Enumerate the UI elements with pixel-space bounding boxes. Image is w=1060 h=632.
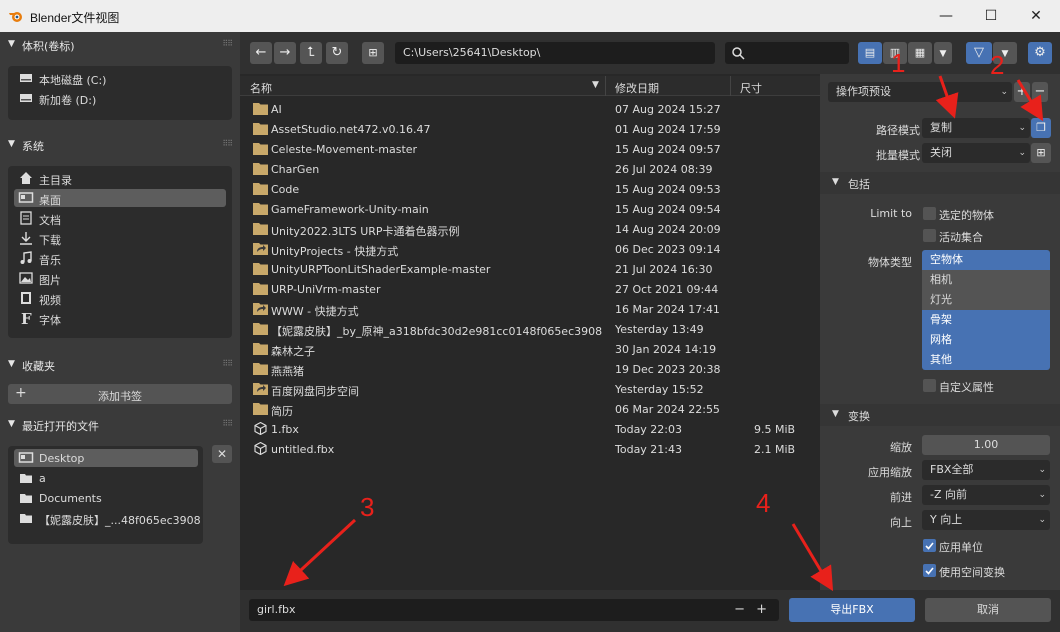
annotation-label-4: 4 <box>756 488 771 518</box>
annotation-label-3: 3 <box>360 492 375 522</box>
annotation-label-1: 1 <box>891 48 906 78</box>
annotation-arrow-1 <box>935 75 959 119</box>
annotation-arrow-4 <box>791 523 834 592</box>
annotation-label-2: 2 <box>990 50 1005 80</box>
annotation-arrows <box>283 75 1044 592</box>
annotation-arrow-3 <box>283 518 357 587</box>
annotation-arrow-2 <box>1016 79 1044 122</box>
